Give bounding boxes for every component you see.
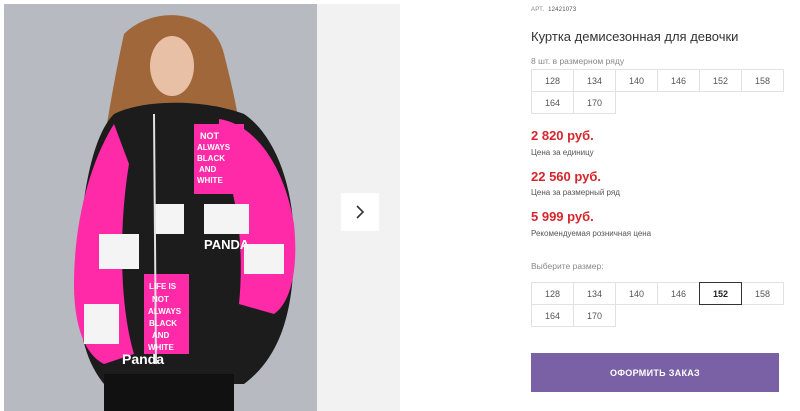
print-text: WHITE (197, 176, 223, 185)
size-option[interactable]: 134 (573, 282, 616, 305)
pack-price: 22 560 руб. (531, 169, 602, 184)
print-text: PANDA (204, 237, 250, 252)
product-title: Куртка демисезонная для девочки (531, 29, 739, 44)
print-text: BLACK (197, 154, 225, 163)
size-option[interactable]: 128 (531, 282, 574, 305)
choose-size-label: Выберите размер: (531, 261, 604, 271)
print-text: Panda (122, 351, 164, 367)
print-text: AND (199, 165, 217, 174)
article-number: АРТ. 12421073 (531, 7, 576, 13)
size-option[interactable]: 140 (615, 282, 658, 305)
unit-price-caption: Цена за единицу (531, 148, 594, 157)
retail-price-caption: Рекомендуемая розничная цена (531, 229, 652, 238)
print-text: ALWAYS (197, 143, 231, 152)
pack-size-cell: 152 (699, 69, 742, 92)
choose-size-grid: 128 134 140 146 152 158 164 170 (531, 282, 784, 327)
size-option[interactable]: 170 (573, 304, 616, 327)
retail-price: 5 999 руб. (531, 209, 594, 224)
article-value: 12421073 (548, 7, 577, 13)
article-label: АРТ. (531, 7, 545, 13)
chevron-right-icon (356, 205, 365, 219)
next-image-button[interactable] (341, 193, 379, 231)
product-photo[interactable]: NOT ALWAYS BLACK AND WHITE LIFE IS NOT A… (4, 4, 317, 411)
print-text: AND (152, 331, 170, 340)
pack-size-cell: 164 (531, 91, 574, 114)
pack-size-cell: 158 (741, 69, 784, 92)
pack-size-grid: 128 134 140 146 152 158 164 170 (531, 69, 784, 114)
print-text: BLACK (149, 319, 177, 328)
girl-in-jacket-image: NOT ALWAYS BLACK AND WHITE LIFE IS NOT A… (4, 4, 317, 411)
print-text: NOT (152, 295, 169, 304)
place-order-button[interactable]: ОФОРМИТЬ ЗАКАЗ (531, 353, 779, 392)
size-option[interactable]: 158 (741, 282, 784, 305)
pack-price-caption: Цена за размерный ряд (531, 188, 620, 197)
print-text: LIFE IS (149, 282, 177, 291)
size-option[interactable]: 146 (657, 282, 700, 305)
pack-size-cell: 134 (573, 69, 616, 92)
print-text: NOT (200, 131, 220, 141)
pack-size-cell: 140 (615, 69, 658, 92)
pack-size-cell: 170 (573, 91, 616, 114)
print-text: ALWAYS (148, 307, 182, 316)
pack-label: 8 шт. в размерном ряду (531, 56, 625, 66)
pack-size-cell: 146 (657, 69, 700, 92)
pack-size-cell: 128 (531, 69, 574, 92)
unit-price: 2 820 руб. (531, 128, 594, 143)
size-option-selected[interactable]: 152 (699, 282, 742, 305)
size-option[interactable]: 164 (531, 304, 574, 327)
